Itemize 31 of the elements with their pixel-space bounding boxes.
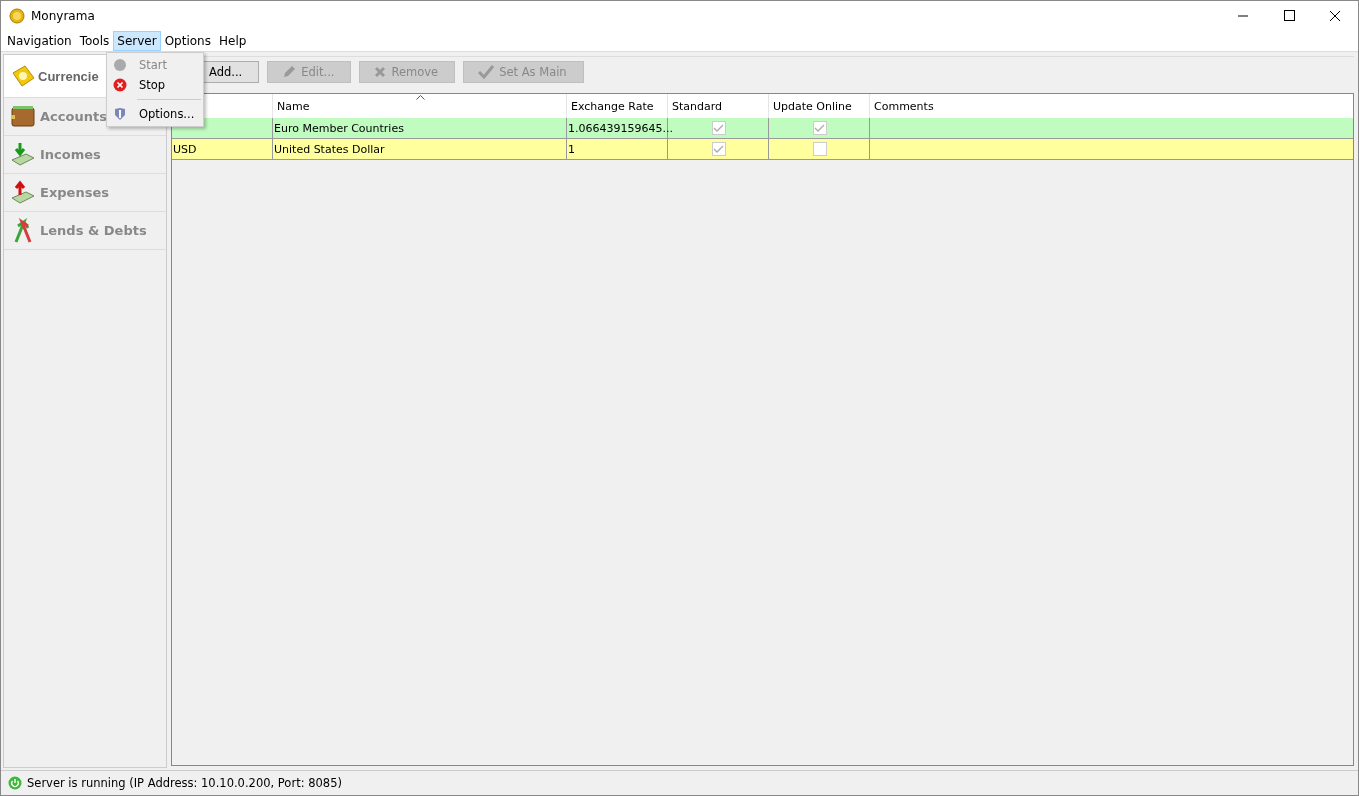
table-cell: Euro Member Countries — [274, 121, 404, 135]
table-cell: United States Dollar — [274, 142, 385, 156]
cross-icon — [374, 66, 387, 78]
table-cell: 1 — [568, 142, 575, 156]
column-header[interactable]: Comments — [870, 94, 1353, 118]
checkbox[interactable] — [812, 121, 827, 135]
table-cell: USD — [173, 142, 197, 156]
checkbox[interactable] — [711, 142, 726, 156]
checkmark-icon — [478, 65, 495, 79]
checkbox[interactable] — [711, 121, 726, 135]
stop-icon — [113, 78, 127, 92]
circle-icon — [113, 58, 127, 72]
coin-icon — [9, 8, 25, 24]
menu-item[interactable]: Navigation — [3, 31, 76, 51]
checkbox[interactable] — [812, 142, 827, 156]
table-row[interactable]: USD United States Dollar 1 — [172, 139, 1353, 160]
table-cell: 1.066439159645... — [568, 121, 673, 135]
menu-item[interactable]: Server — [113, 31, 161, 51]
wallet-icon — [10, 103, 36, 130]
sort-caret-icon — [415, 95, 425, 100]
menu-item[interactable]: Options — [160, 31, 215, 51]
shield-icon — [113, 107, 127, 121]
money-down-arrow-icon — [10, 141, 36, 168]
money-up-arrow-icon — [10, 179, 36, 206]
window-title: Monyrama — [31, 9, 96, 23]
table-row[interactable]: Euro Member Countries 1.066439159645... — [172, 118, 1353, 139]
menu-item[interactable]: Help — [214, 31, 251, 51]
pencil-icon — [282, 65, 297, 79]
coin-tile-icon — [10, 63, 36, 89]
status-text: Server is running (IP Address: 10.10.0.200, Port: 8085) — [27, 776, 342, 790]
menu-item[interactable]: Tools — [75, 31, 114, 51]
